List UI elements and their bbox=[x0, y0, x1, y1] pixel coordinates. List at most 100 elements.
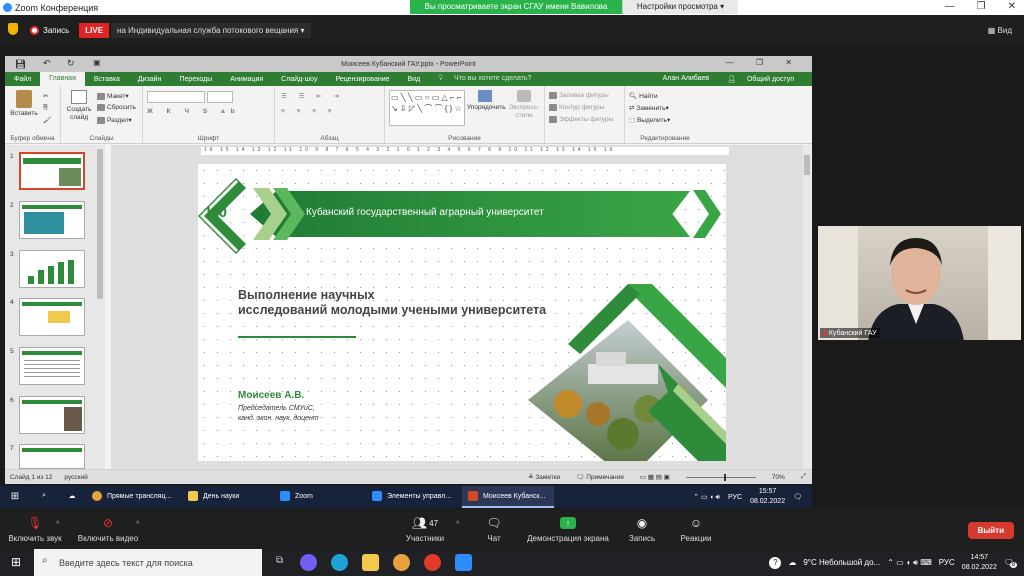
menu-transitions[interactable]: Переходы bbox=[170, 76, 221, 83]
canvas-scrollbar[interactable] bbox=[803, 145, 811, 469]
slide-1[interactable]: 100 Кубанский государственный аграрный у… bbox=[198, 164, 726, 461]
audio-options-icon[interactable]: ^ bbox=[56, 521, 59, 528]
font-format-buttons[interactable]: Ж К Ч S ab bbox=[147, 108, 241, 115]
start-slideshow-icon[interactable]: ▣ bbox=[93, 58, 101, 67]
yandex-icon[interactable] bbox=[424, 554, 441, 571]
fit-slide-icon[interactable]: ⤢ bbox=[801, 473, 806, 481]
share-button[interactable]: 👤︎ Общий доступ bbox=[718, 75, 812, 83]
remote-clock[interactable]: 15:57 08.02.2022 bbox=[750, 487, 785, 507]
remote-taskview-icon[interactable]: ☁ bbox=[58, 486, 86, 508]
slide-thumbnail-6[interactable] bbox=[19, 396, 85, 434]
slide-thumbnail-1[interactable] bbox=[19, 152, 85, 190]
weather-text[interactable]: 9°C Небольшой до... bbox=[803, 558, 880, 567]
remote-app-zoom-controls[interactable]: Элементы управл... bbox=[366, 486, 462, 508]
view-button[interactable]: ▦ Вид bbox=[988, 26, 1012, 35]
font-name-select[interactable] bbox=[147, 91, 205, 103]
tray-icons[interactable]: ⌃ ▭ ◖ 🔊︎ ⌨︎ bbox=[887, 558, 932, 568]
security-shield-icon[interactable] bbox=[8, 23, 18, 35]
slide-thumbnail-5[interactable] bbox=[19, 347, 85, 385]
system-clock[interactable]: 14:57 08.02.2022 bbox=[962, 553, 997, 573]
recording-indicator[interactable]: Запись bbox=[30, 25, 69, 35]
explorer-icon[interactable] bbox=[362, 554, 379, 571]
slide-thumbnail-7[interactable] bbox=[19, 444, 85, 469]
remote-tray-icons[interactable]: ⌃ ▭ ◖ 🔊︎ bbox=[693, 493, 720, 502]
menu-design[interactable]: Дизайн bbox=[129, 76, 171, 83]
weather-icon[interactable]: ☁ bbox=[788, 558, 796, 567]
select-button[interactable]: ⬚ Выделить▾ bbox=[629, 116, 670, 124]
copy-icon[interactable]: ⎘ bbox=[43, 104, 48, 112]
task-view-icon[interactable]: ⧉ bbox=[276, 555, 283, 566]
start-button-icon[interactable]: ⊞ bbox=[11, 555, 21, 569]
find-button[interactable]: 🔍︎ Найти bbox=[629, 92, 658, 100]
menu-insert[interactable]: Вставка bbox=[85, 76, 129, 83]
section-button[interactable]: Раздел▾ bbox=[97, 116, 132, 124]
shapes-gallery[interactable]: ▭ ╲ ╲ ▭ ○ ▭ △ ⌐ ⌐ ↘ ⇩ ◸ ╲ ⌒ ⌒ { } ☆ bbox=[389, 90, 465, 126]
remote-search-icon[interactable]: ⌕ bbox=[30, 486, 58, 508]
zoom-taskbar-icon[interactable] bbox=[455, 554, 472, 571]
exit-button[interactable]: Выйти bbox=[967, 522, 1014, 539]
redo-icon[interactable]: ↻ bbox=[67, 58, 75, 69]
remote-app-powerpoint[interactable]: Моисеев Кубанск... bbox=[462, 486, 554, 508]
help-icon[interactable]: ? bbox=[769, 556, 782, 569]
align-buttons[interactable]: ≡ ≡ ≡ ≡ bbox=[281, 108, 337, 115]
save-icon[interactable]: 💾︎ bbox=[15, 59, 26, 70]
shape-outline-button[interactable]: Контур фигуры bbox=[549, 104, 604, 111]
remote-notifications-icon[interactable]: 🗨︎ bbox=[793, 493, 802, 501]
taskbar-search-input[interactable]: ⌕ Введите здесь текст для поиска bbox=[34, 549, 262, 576]
remote-app-folder[interactable]: День науки bbox=[182, 486, 274, 508]
slide-thumbnail-3[interactable] bbox=[19, 250, 85, 288]
record-button[interactable]: ◉ Запись bbox=[620, 515, 664, 543]
lang-indicator[interactable]: РУС bbox=[939, 558, 955, 567]
menu-animations[interactable]: Анимация bbox=[221, 76, 272, 83]
reactions-button[interactable]: ☺ Реакции bbox=[672, 515, 720, 543]
format-painter-icon[interactable]: 🖌︎ bbox=[43, 116, 51, 124]
zoom-slider[interactable] bbox=[685, 473, 756, 481]
view-mode-buttons[interactable]: ▭ ▦ ▤ ▣ bbox=[640, 473, 670, 481]
tell-me-search[interactable]: 💡︎ Что вы хотите сделать? bbox=[429, 75, 549, 83]
shape-effects-button[interactable]: Эффекты фигуры bbox=[549, 116, 613, 123]
quick-styles-button[interactable]: Экспресс-стили bbox=[505, 90, 543, 120]
menu-view[interactable]: Вид bbox=[399, 76, 430, 83]
shape-fill-button[interactable]: Заливка фигуры bbox=[549, 92, 609, 99]
cut-icon[interactable]: ✂ bbox=[43, 92, 48, 100]
reset-button[interactable]: Сбросить bbox=[97, 104, 136, 111]
replace-button[interactable]: ⇄ Заменить▾ bbox=[629, 104, 669, 112]
notes-button[interactable]: ≜ Заметки bbox=[528, 473, 560, 481]
layout-button[interactable]: Макет▾ bbox=[97, 92, 129, 100]
participants-button[interactable]: 👥︎ 47 Участники bbox=[400, 515, 450, 543]
stream-service-dropdown[interactable]: на Индивидуальная служба потокового веща… bbox=[111, 22, 311, 38]
menu-home[interactable]: Главная bbox=[40, 72, 85, 86]
close-icon[interactable]: ✕ bbox=[1008, 1, 1016, 12]
participant-video[interactable]: ▮ Кубанский ГАУ bbox=[818, 226, 1021, 340]
live-badge[interactable]: LIVE bbox=[79, 22, 110, 38]
menu-file[interactable]: Файл bbox=[5, 76, 40, 83]
minimize-icon[interactable]: — bbox=[945, 1, 955, 12]
menu-slideshow[interactable]: Слайд-шоу bbox=[272, 76, 326, 83]
thumbnails-scrollbar[interactable] bbox=[97, 149, 103, 299]
slide-thumbnail-4[interactable] bbox=[19, 298, 85, 336]
remote-start-button[interactable]: ⊞ bbox=[0, 486, 30, 508]
edge-icon[interactable] bbox=[331, 554, 348, 571]
share-screen-button[interactable]: ↑ Демонстрация экрана bbox=[522, 515, 614, 543]
comments-button[interactable]: 🗨︎ Примечания bbox=[576, 473, 624, 481]
chat-button[interactable]: 🗨︎ Чат bbox=[476, 515, 512, 543]
remote-lang[interactable]: РУС bbox=[728, 494, 742, 501]
zoom-level[interactable]: 70% bbox=[772, 474, 785, 481]
language-status[interactable]: русский bbox=[64, 474, 87, 481]
font-size-select[interactable] bbox=[207, 91, 233, 103]
remote-app-browser[interactable]: Прямые трансляц... bbox=[86, 486, 182, 508]
menu-review[interactable]: Рецензирование bbox=[326, 76, 398, 83]
unmute-button[interactable]: 🎙︎ Включить звук bbox=[6, 515, 64, 543]
list-buttons[interactable]: ☰ ☰ ⇤ ⇥ bbox=[281, 92, 344, 100]
participants-options-icon[interactable]: ^ bbox=[456, 521, 459, 528]
notifications-icon[interactable]: 🗨︎ 8 bbox=[1004, 558, 1018, 568]
ppt-window-controls[interactable]: — ❐ ✕ bbox=[726, 58, 802, 67]
paste-button[interactable]: Вставить bbox=[9, 90, 39, 117]
arrange-button[interactable]: Упорядочить bbox=[467, 90, 506, 112]
new-slide-button[interactable]: Создать слайд bbox=[65, 90, 93, 122]
viber-icon[interactable] bbox=[300, 554, 317, 571]
start-video-button[interactable]: ⊘ Включить видео bbox=[74, 515, 142, 543]
remote-app-zoom[interactable]: Zoom bbox=[274, 486, 366, 508]
maximize-icon[interactable]: ❐ bbox=[977, 1, 986, 12]
view-options-button[interactable]: Настройки просмотра ▾ bbox=[622, 0, 738, 14]
